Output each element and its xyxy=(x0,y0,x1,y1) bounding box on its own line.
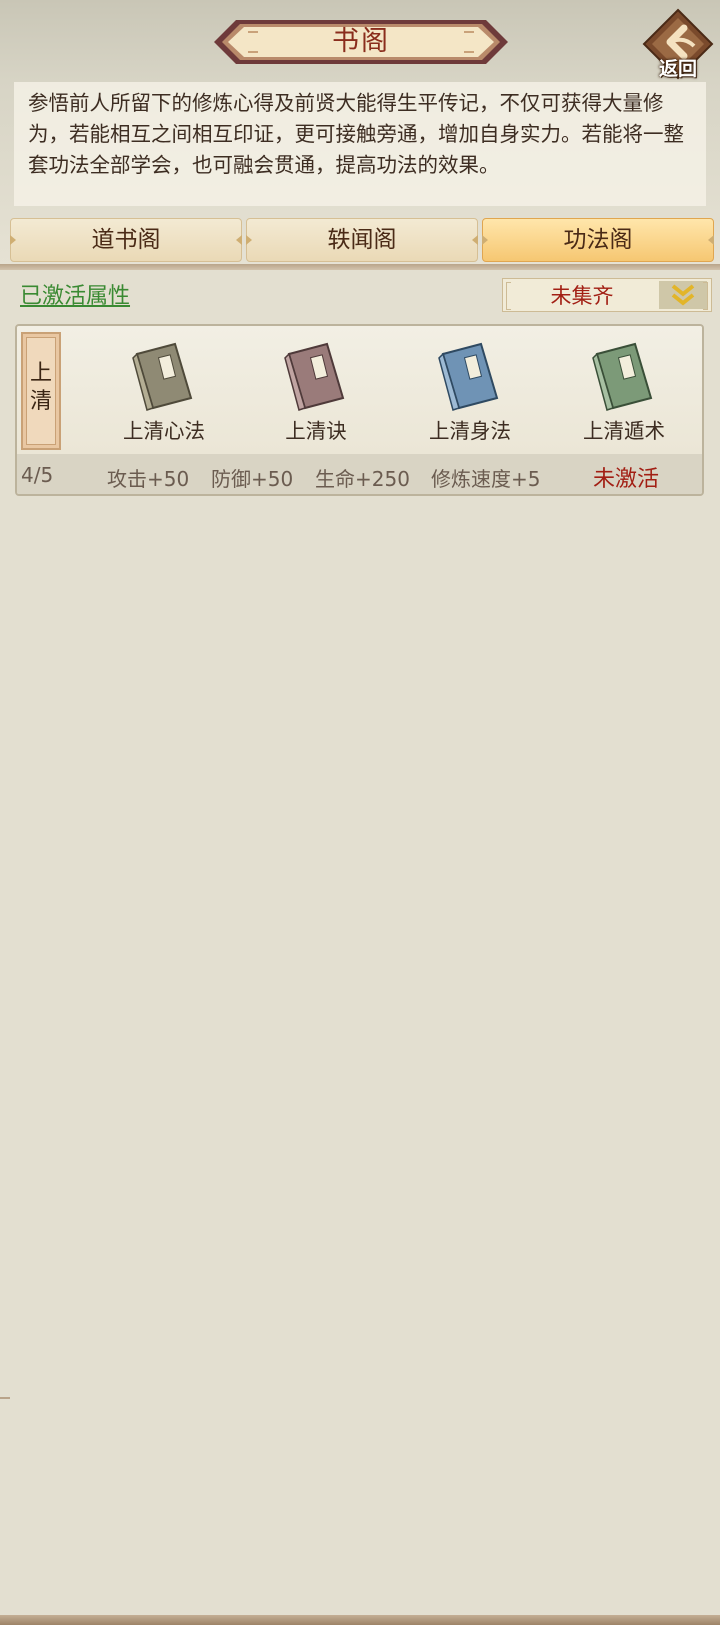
back-button[interactable]: 返回 xyxy=(640,6,716,82)
set-bonus-row: 4/5 攻击+50 防御+50 生命+250 修炼速度+5 未激活 xyxy=(17,454,702,494)
book-item[interactable]: 上清身法 xyxy=(407,340,533,444)
book-item[interactable]: 上清遁术 xyxy=(561,340,687,444)
bonus-defense: 防御+50 xyxy=(211,467,294,491)
tab-yiwenge[interactable]: 轶闻阁 xyxy=(246,218,478,262)
book-icon xyxy=(438,342,499,411)
page-title: 书阁 xyxy=(332,26,390,57)
bottom-border xyxy=(0,1615,720,1625)
chevron-down-icon xyxy=(671,284,695,306)
book-label: 上清心法 xyxy=(123,419,205,443)
tab-bar: 道书阁 轶闻阁 功法阁 xyxy=(10,218,714,262)
book-item[interactable]: 上清心法 xyxy=(101,340,227,444)
set-progress: 4/5 xyxy=(21,463,54,487)
bonus-life: 生命+250 xyxy=(315,467,410,491)
edge-marker xyxy=(0,1397,10,1399)
divider xyxy=(0,264,720,270)
description-text: 参悟前人所留下的修炼心得及前贤大能得生平传记，不仅可获得大量修为，若能相互之间相… xyxy=(14,82,706,206)
bonus-attack: 攻击+50 xyxy=(107,467,190,491)
book-icon xyxy=(284,342,345,411)
activated-attributes-link[interactable]: 已激活属性 xyxy=(20,278,130,310)
back-label: 返回 xyxy=(658,58,697,80)
book-item[interactable]: 上清诀 xyxy=(253,340,379,444)
bonus-cultivation-speed: 修炼速度+5 xyxy=(431,467,541,491)
filter-toggle[interactable] xyxy=(659,281,707,309)
filter-selected-value: 未集齐 xyxy=(550,284,614,308)
book-label: 上清身法 xyxy=(429,419,511,443)
tab-daoshuge[interactable]: 道书阁 xyxy=(10,218,242,262)
title-plate: 书阁 xyxy=(214,14,508,70)
book-label: 上清诀 xyxy=(285,419,347,443)
technique-set-card[interactable]: 上清 上清心法 上清诀 上清身法 上清遁术 4/5 攻击+50 防御+50 生命… xyxy=(15,324,704,496)
set-name-plate: 上清 xyxy=(21,332,61,450)
tab-gongfage[interactable]: 功法阁 xyxy=(482,218,714,262)
set-activation-status: 未激活 xyxy=(593,467,660,492)
book-icon xyxy=(592,342,653,411)
book-label: 上清遁术 xyxy=(583,419,665,443)
set-name: 上清 xyxy=(29,361,52,414)
collection-filter-dropdown[interactable]: 未集齐 xyxy=(502,278,712,312)
book-icon xyxy=(132,342,193,411)
